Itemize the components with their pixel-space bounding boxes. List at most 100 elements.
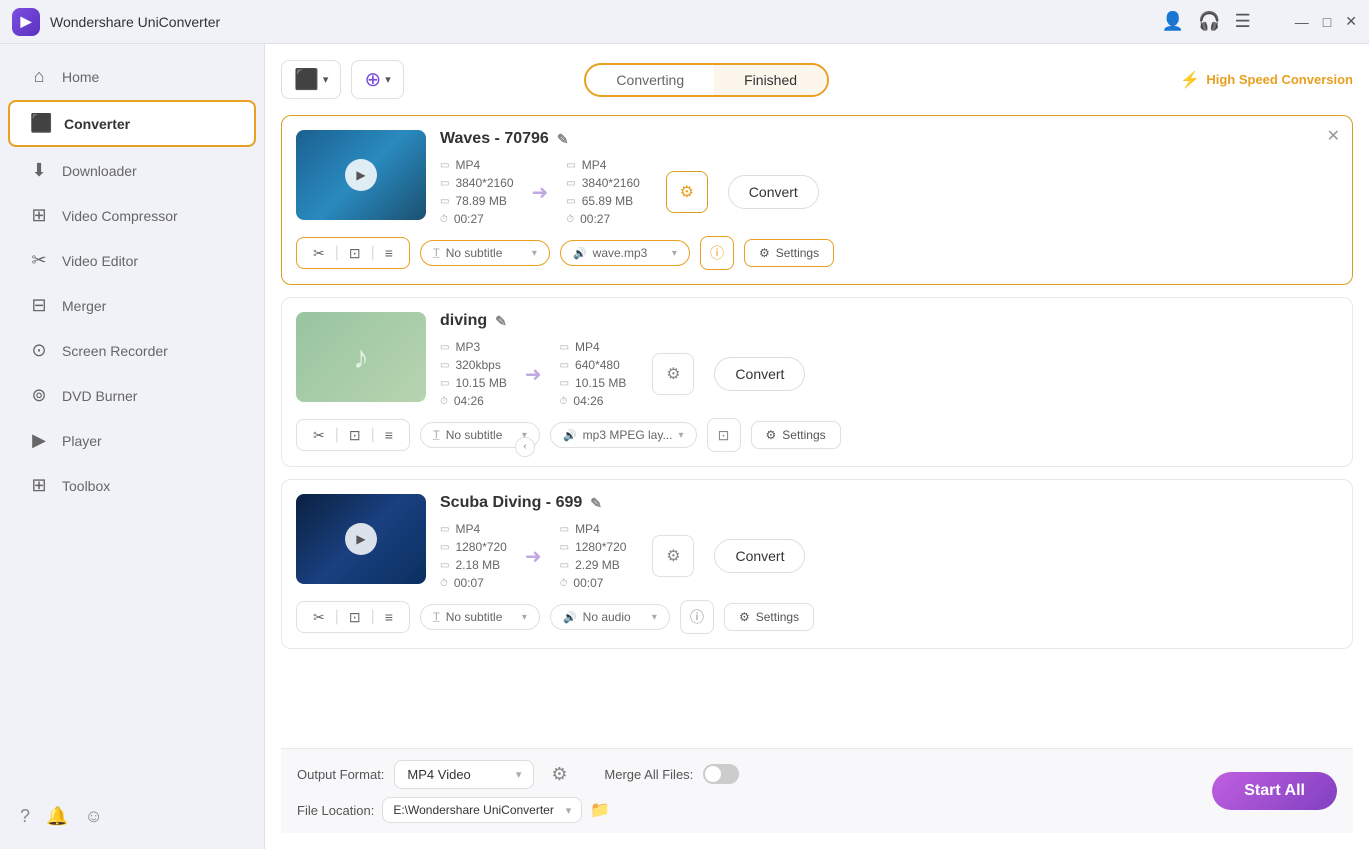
file-location-select[interactable]: E:\Wondershare UniConverter ▾	[382, 797, 582, 823]
output-settings-button[interactable]: ⚙	[666, 171, 708, 213]
edit-title-icon[interactable]: ✎	[557, 131, 569, 148]
maximize-button[interactable]: □	[1323, 14, 1331, 30]
audio-icon: 🔊	[563, 429, 577, 442]
edit-title-icon[interactable]: ✎	[590, 495, 602, 512]
cut-tool-button[interactable]: ✂	[309, 609, 329, 626]
minimize-button[interactable]: —	[1295, 14, 1309, 30]
convert-button[interactable]: Convert	[714, 539, 805, 573]
edit-title-icon[interactable]: ✎	[495, 313, 507, 330]
tab-converting[interactable]: Converting	[586, 65, 714, 95]
play-button[interactable]: ▶	[345, 159, 377, 191]
src-format: MP3	[455, 340, 480, 354]
dst-duration-icon: ⏱	[560, 578, 568, 589]
effects-tool-button[interactable]: ≡	[381, 427, 397, 443]
subtitle-select[interactable]: T̲ No subtitle ▾	[420, 604, 540, 630]
sidebar-item-downloader[interactable]: ⬇ Downloader	[8, 149, 256, 192]
duration-icon: ⏱	[440, 396, 448, 407]
dst-resolution: 640*480	[575, 358, 620, 372]
start-all-button[interactable]: Start All	[1212, 772, 1337, 810]
format-settings-button[interactable]: ⚙	[544, 759, 574, 789]
audio-icon: 🔊	[573, 247, 587, 260]
settings-button[interactable]: ⚙ Settings	[724, 603, 814, 631]
file-location-label: File Location:	[297, 803, 374, 818]
settings-button[interactable]: ⚙ Settings	[751, 421, 841, 449]
file-top: ▶ Waves - 70796 ✎ ▭ MP4	[296, 130, 1338, 226]
output-settings-button[interactable]: ⚙	[652, 535, 694, 577]
format-icon: ▭	[440, 524, 449, 535]
sidebar-item-video-editor[interactable]: ✂ Video Editor	[8, 239, 256, 282]
cut-tool-button[interactable]: ✂	[309, 427, 329, 444]
add-files-button[interactable]: ⬛ ▾	[281, 60, 341, 99]
file-card-scuba: ▶ Scuba Diving - 699 ✎ ▭ MP4	[281, 479, 1353, 649]
src-size: 2.18 MB	[455, 558, 500, 572]
info-button[interactable]: ⊡	[707, 418, 741, 452]
subtitle-icon: T̲	[433, 247, 440, 259]
info-button[interactable]: ⓘ	[680, 600, 714, 634]
audio-value: wave.mp3	[593, 246, 648, 260]
crop-tool-button[interactable]: ⊡	[345, 427, 365, 444]
add-folder-button[interactable]: ⊕ ▾	[351, 60, 403, 99]
play-button[interactable]: ▶	[345, 523, 377, 555]
dst-format: MP4	[575, 522, 600, 536]
settings-button[interactable]: ⚙ Settings	[744, 239, 834, 267]
video-compressor-icon: ⊞	[28, 205, 50, 226]
resolution-icon: ▭	[440, 178, 449, 189]
src-size: 10.15 MB	[455, 376, 506, 390]
output-format-select[interactable]: MP4 Video ▾	[394, 760, 534, 789]
screen-recorder-icon: ⊙	[28, 340, 50, 361]
dst-duration: 00:07	[573, 576, 603, 590]
notification-icon[interactable]: 🔔	[46, 806, 68, 827]
sidebar-item-screen-recorder[interactable]: ⊙ Screen Recorder	[8, 329, 256, 372]
audio-select[interactable]: 🔊 mp3 MPEG lay... ▾	[550, 422, 697, 448]
sidebar-collapse-button[interactable]: ‹	[515, 437, 535, 457]
sidebar-item-home[interactable]: ⌂ Home	[8, 55, 256, 98]
dst-duration-row: ⏱ 00:27	[566, 212, 640, 226]
src-duration: 00:07	[454, 576, 484, 590]
src-resolution-row: ▭ 3840*2160	[440, 176, 514, 190]
player-icon: ▶	[28, 430, 50, 451]
dst-resolution-row: ▭ 3840*2160	[566, 176, 640, 190]
crop-tool-button[interactable]: ⊡	[345, 609, 365, 626]
convert-button[interactable]: Convert	[728, 175, 819, 209]
audio-select[interactable]: 🔊 No audio ▾	[550, 604, 670, 630]
downloader-icon: ⬇	[28, 160, 50, 181]
subtitle-value: No subtitle	[446, 428, 503, 442]
subtitle-value: No subtitle	[446, 246, 503, 260]
dest-specs: ▭ MP4 ▭ 1280*720 ▭ 2.29 MB	[560, 522, 627, 590]
info-button[interactable]: ⓘ	[700, 236, 734, 270]
feedback-icon[interactable]: ☺	[84, 806, 102, 827]
file-card-waves: ✕ ▶ Waves - 70796 ✎	[281, 115, 1353, 285]
tab-finished[interactable]: Finished	[714, 65, 827, 95]
close-card-button[interactable]: ✕	[1327, 126, 1340, 146]
output-settings-button[interactable]: ⚙	[652, 353, 694, 395]
cut-tool-button[interactable]: ✂	[309, 245, 329, 262]
close-button[interactable]: ✕	[1345, 13, 1357, 30]
sidebar-item-video-compressor[interactable]: ⊞ Video Compressor	[8, 194, 256, 237]
user-icon[interactable]: 👤	[1162, 11, 1184, 32]
sidebar-item-label: Converter	[64, 116, 130, 132]
effects-tool-button[interactable]: ≡	[381, 609, 397, 625]
crop-tool-button[interactable]: ⊡	[345, 245, 365, 262]
menu-icon[interactable]: ☰	[1235, 11, 1251, 32]
effects-tool-button[interactable]: ≡	[381, 245, 397, 261]
headset-icon[interactable]: 🎧	[1198, 11, 1220, 32]
add-files-label: ▾	[323, 73, 329, 86]
high-speed-conversion[interactable]: ⚡ High Speed Conversion	[1180, 70, 1353, 90]
dst-resolution: 1280*720	[575, 540, 626, 554]
subtitle-select[interactable]: T̲ No subtitle ▾	[420, 240, 550, 266]
sidebar-item-converter[interactable]: ⬛ Converter	[8, 100, 256, 147]
bottom-bar: Output Format: MP4 Video ▾ ⚙ Merge All F…	[281, 748, 1353, 833]
sidebar-item-merger[interactable]: ⊟ Merger	[8, 284, 256, 327]
convert-button[interactable]: Convert	[714, 357, 805, 391]
audio-select[interactable]: 🔊 wave.mp3 ▾	[560, 240, 690, 266]
help-icon[interactable]: ?	[20, 806, 30, 827]
sidebar-item-player[interactable]: ▶ Player	[8, 419, 256, 462]
dst-format-row: ▭ MP4	[566, 158, 640, 172]
dvd-burner-icon: ⊚	[28, 385, 50, 406]
src-resolution: 3840*2160	[455, 176, 513, 190]
open-folder-button[interactable]: 📁	[590, 800, 610, 820]
sidebar-item-toolbox[interactable]: ⊞ Toolbox	[8, 464, 256, 507]
sidebar-item-label: Screen Recorder	[62, 343, 168, 359]
sidebar-item-dvd-burner[interactable]: ⊚ DVD Burner	[8, 374, 256, 417]
merge-toggle[interactable]	[703, 764, 739, 784]
